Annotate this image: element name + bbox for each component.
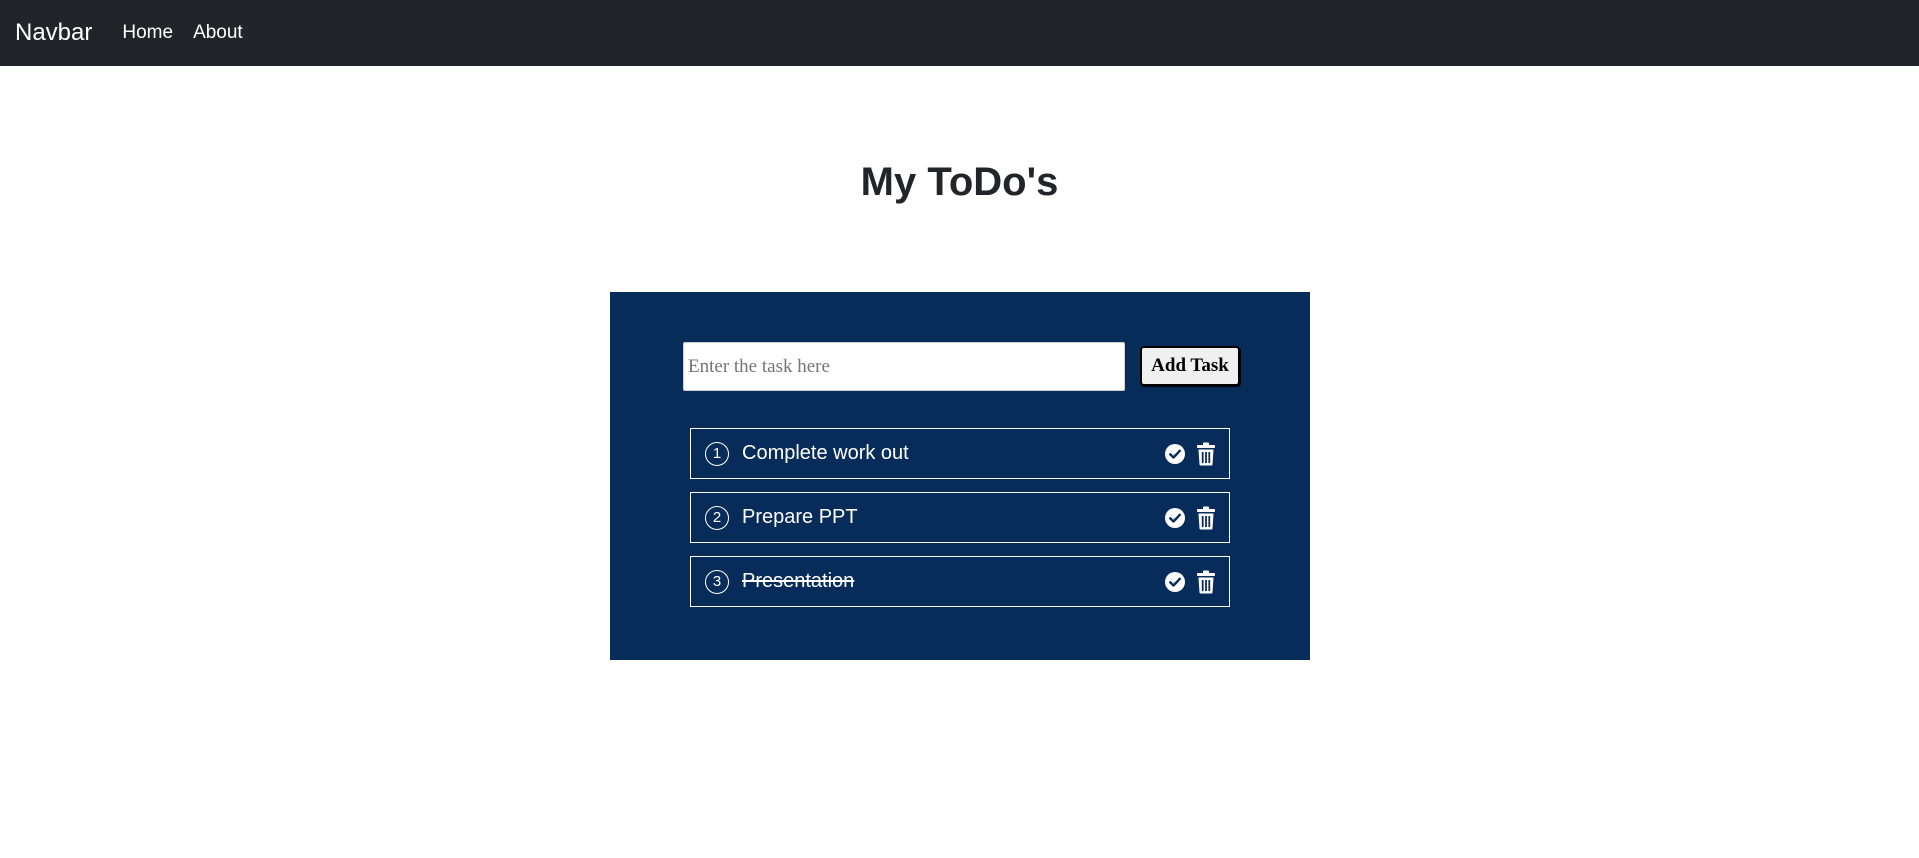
todo-panel: Add Task 1 Complete work out	[610, 292, 1310, 660]
check-circle-icon[interactable]	[1164, 507, 1186, 529]
trash-icon[interactable]	[1195, 442, 1217, 466]
navbar: Navbar Home About	[0, 0, 1919, 66]
nav-link-home[interactable]: Home	[122, 22, 173, 44]
task-number: 2	[705, 505, 729, 530]
check-circle-icon[interactable]	[1164, 571, 1186, 593]
task-actions	[1164, 570, 1217, 594]
task-text: Prepare PPT	[742, 506, 858, 528]
task-number: 1	[705, 441, 729, 466]
task-text: Presentation	[742, 570, 855, 592]
trash-icon[interactable]	[1195, 570, 1217, 594]
task-input[interactable]	[683, 342, 1125, 391]
nav-link-about[interactable]: About	[193, 22, 243, 44]
task-text: Complete work out	[742, 442, 909, 464]
page-title: My ToDo's	[860, 160, 1059, 204]
task-actions	[1164, 442, 1217, 466]
task-actions	[1164, 506, 1217, 530]
trash-icon[interactable]	[1195, 506, 1217, 530]
task-number: 3	[705, 569, 729, 594]
task-list: 1 Complete work out 2 Prepare PPT 3 Pres…	[690, 428, 1230, 620]
check-circle-icon[interactable]	[1164, 443, 1186, 465]
task-item: 2 Prepare PPT	[690, 492, 1230, 543]
task-item: 1 Complete work out	[690, 428, 1230, 479]
navbar-brand[interactable]: Navbar	[15, 19, 92, 47]
add-task-button[interactable]: Add Task	[1140, 346, 1240, 386]
task-item: 3 Presentation	[690, 556, 1230, 607]
